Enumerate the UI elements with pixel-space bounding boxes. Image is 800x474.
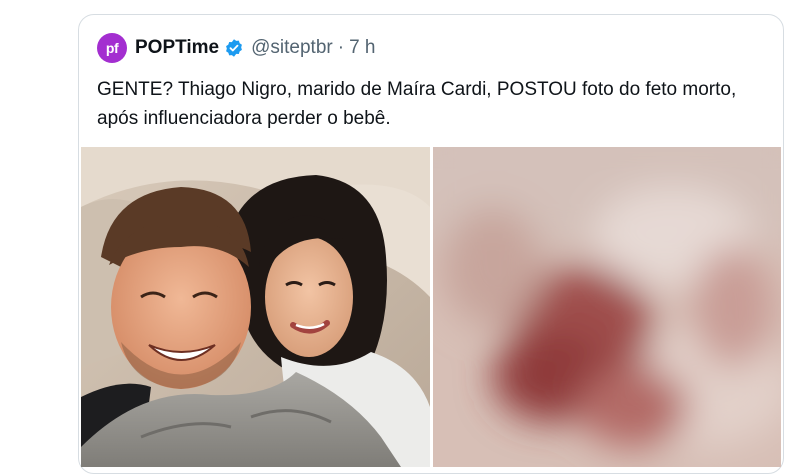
user-handle[interactable]: @siteptbr	[251, 37, 333, 59]
tweet-media-grid	[81, 147, 781, 467]
tweet-header: pf POPTime @siteptbr · 7 h	[97, 33, 376, 63]
verified-badge-icon	[224, 38, 244, 58]
display-name[interactable]: POPTime	[135, 37, 219, 59]
tweet-timestamp[interactable]: 7 h	[349, 37, 375, 59]
couple-selfie-photo[interactable]	[81, 147, 430, 467]
avatar-logo-text: pf	[105, 40, 119, 56]
profile-avatar[interactable]: pf	[97, 33, 127, 63]
blurred-sensitive-photo[interactable]	[432, 147, 781, 467]
header-separator: ·	[337, 37, 345, 58]
tweet-card[interactable]: pf POPTime @siteptbr · 7 h GENTE? Thiago…	[78, 14, 784, 474]
tweet-body-text: GENTE? Thiago Nigro, marido de Maíra Car…	[97, 79, 737, 129]
